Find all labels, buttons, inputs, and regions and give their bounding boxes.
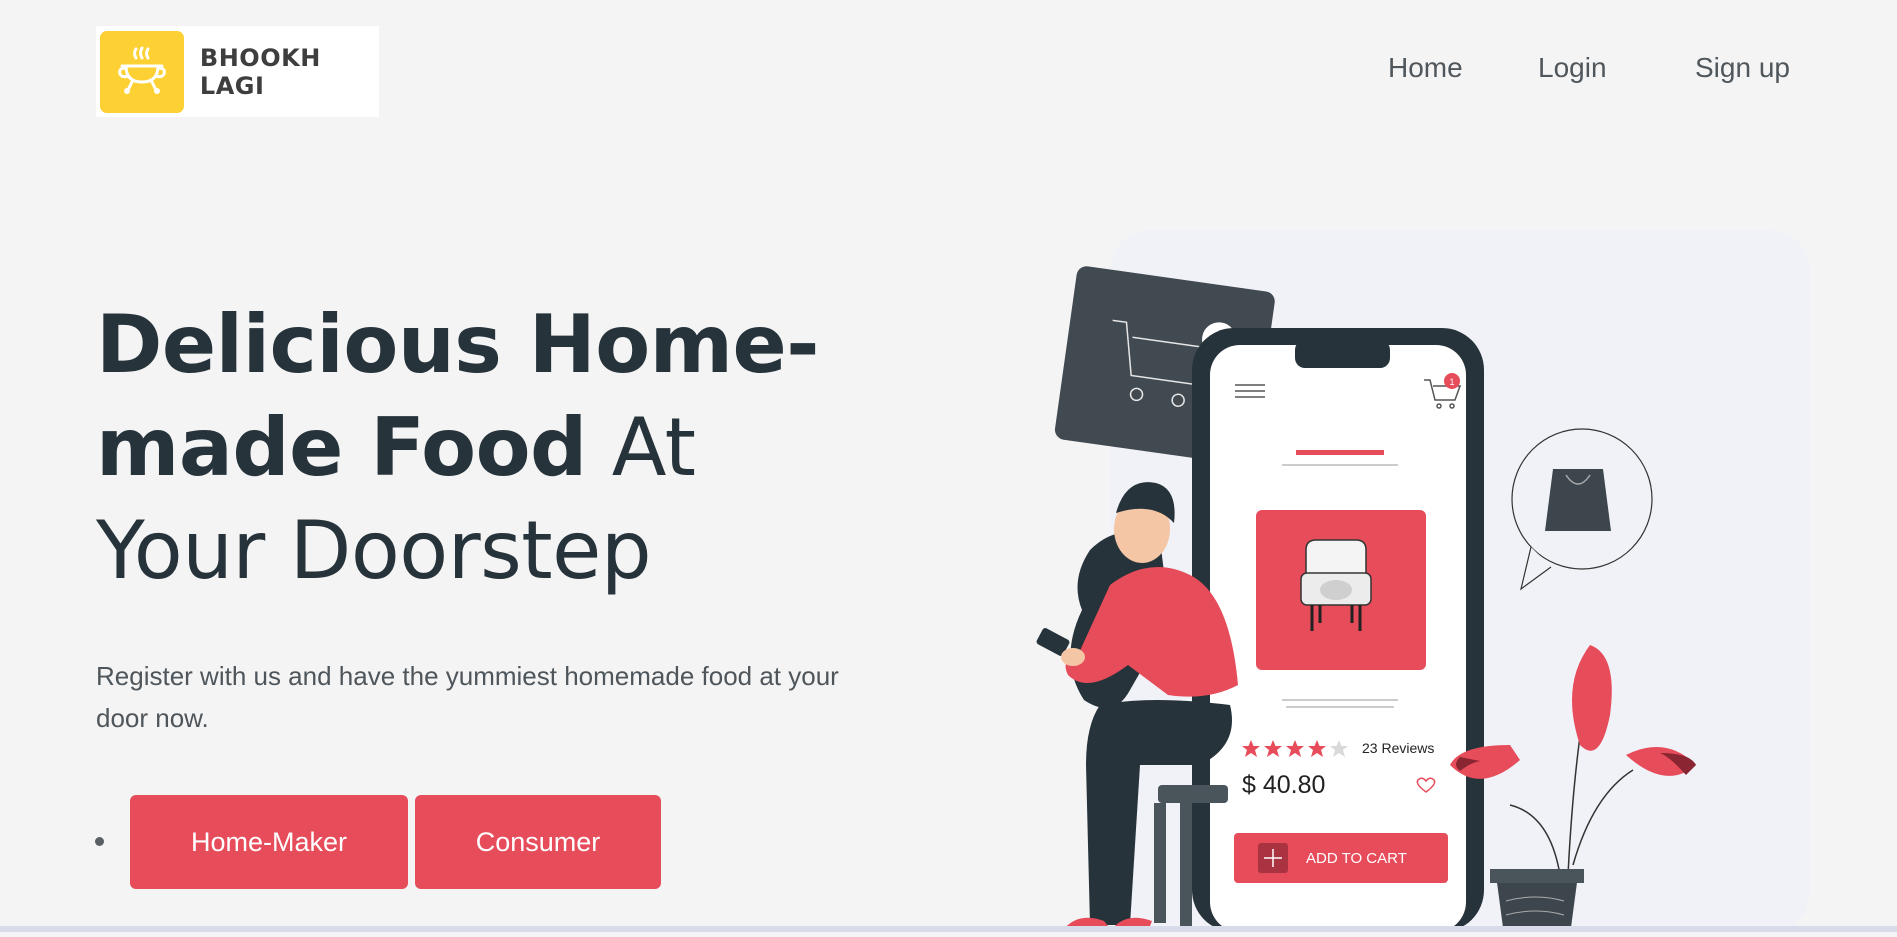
list-bullet xyxy=(95,837,104,846)
cart-badge-count: 1 xyxy=(1449,377,1454,387)
consumer-button[interactable]: Consumer xyxy=(415,795,661,889)
hero-illustration: 1 23 Reviews $ 40.80 ADD TO CART xyxy=(990,225,1810,935)
hero-title-bold: Delicious Home-made Food xyxy=(96,298,819,494)
nav-home-link[interactable]: Home xyxy=(1388,52,1463,84)
hero-title: Delicious Home-made Food At Your Doorste… xyxy=(96,293,856,602)
nav-signup-link[interactable]: Sign up xyxy=(1695,52,1790,84)
hero-subtitle: Register with us and have the yummiest h… xyxy=(96,661,839,733)
top-nav: Home Login Sign up xyxy=(0,52,1897,92)
product-price: $ 40.80 xyxy=(1242,771,1325,799)
homemaker-button[interactable]: Home-Maker xyxy=(130,795,408,889)
reviews-count: 23 Reviews xyxy=(1362,740,1434,756)
nav-login-link[interactable]: Login xyxy=(1538,52,1607,84)
bottom-strip xyxy=(0,926,1897,932)
add-to-cart-label: ADD TO CART xyxy=(1306,850,1407,867)
